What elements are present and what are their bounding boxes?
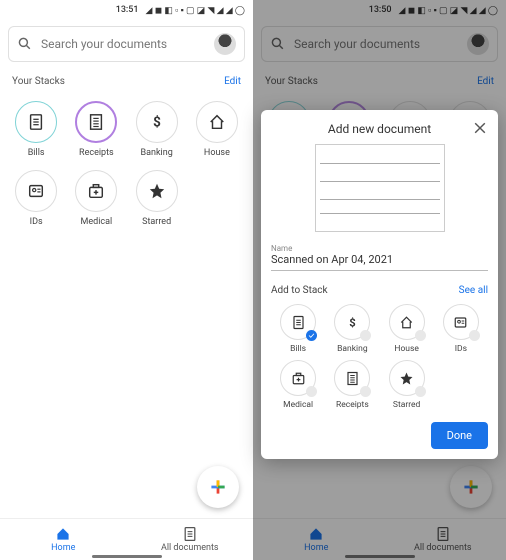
dollar-icon (345, 315, 360, 330)
star-icon (148, 182, 166, 200)
stack-banking[interactable]: Banking (127, 97, 187, 162)
sheet-stack-starred[interactable]: Starred (380, 360, 434, 410)
empty-badge (306, 386, 317, 397)
sheet-title: Add new document (271, 120, 488, 142)
stacks-title: Your Stacks (12, 76, 65, 87)
fab-add[interactable] (197, 466, 239, 508)
sheet-stacks-grid: Bills Banking House IDs Medical Receipts… (271, 304, 488, 410)
search-icon (17, 36, 33, 52)
sheet-stack-medical[interactable]: Medical (271, 360, 325, 410)
sheet-stack-bills[interactable]: Bills (271, 304, 325, 354)
house-icon (208, 113, 226, 131)
empty-badge (469, 330, 480, 341)
sheet-stack-receipts[interactable]: Receipts (325, 360, 379, 410)
medical-icon (291, 371, 306, 386)
empty-badge (360, 330, 371, 341)
stacks-grid: Bills Receipts Banking House IDs Medical… (0, 93, 253, 235)
nav-home[interactable]: Home (0, 519, 127, 560)
add-document-sheet: Add new document Name Scanned on Apr 04,… (261, 110, 498, 459)
stack-starred[interactable]: Starred (127, 166, 187, 231)
check-badge (306, 330, 317, 341)
id-icon (453, 315, 468, 330)
gesture-bar (92, 555, 162, 558)
stack-house[interactable]: House (187, 97, 247, 162)
status-bar: 13:51 ◢ ◼ ◧ ▫ ▪ ▢ ◪ ◥ ◢ ◢ ◯ (0, 0, 253, 18)
doc-icon (182, 526, 198, 542)
empty-badge (415, 386, 426, 397)
bottom-nav: Home All documents (0, 518, 253, 560)
name-label: Name (271, 244, 488, 253)
dollar-icon (148, 113, 166, 131)
home-icon (55, 526, 71, 542)
doc-icon (27, 113, 45, 131)
stack-receipts[interactable]: Receipts (66, 97, 126, 162)
id-icon (27, 182, 45, 200)
sheet-stack-ids[interactable]: IDs (434, 304, 488, 354)
stack-ids[interactable]: IDs (6, 166, 66, 231)
search-bar[interactable]: Search your documents (8, 26, 245, 62)
document-preview[interactable] (315, 144, 445, 232)
sheet-stack-house[interactable]: House (380, 304, 434, 354)
star-icon (399, 371, 414, 386)
receipt-icon (345, 371, 360, 386)
empty-badge (360, 386, 371, 397)
close-icon[interactable] (472, 120, 488, 136)
avatar[interactable] (214, 33, 236, 55)
phone-right: 13:50 ◢ ◼ ◧ ▫ ▪ ▢ ◪ ◥ ◢ ◢ ◯ Search your … (253, 0, 506, 560)
done-button[interactable]: Done (431, 422, 488, 449)
empty-badge (415, 330, 426, 341)
phone-left: 13:51 ◢ ◼ ◧ ▫ ▪ ▢ ◪ ◥ ◢ ◢ ◯ Search your … (0, 0, 253, 560)
stack-bills[interactable]: Bills (6, 97, 66, 162)
receipt-icon (87, 113, 105, 131)
name-field[interactable]: Scanned on Apr 04, 2021 (271, 253, 488, 271)
edit-link[interactable]: Edit (224, 76, 241, 87)
search-placeholder: Search your documents (41, 37, 206, 51)
nav-all-documents[interactable]: All documents (127, 519, 254, 560)
status-time: 13:51 (116, 5, 139, 15)
medical-icon (87, 182, 105, 200)
plus-icon (207, 476, 229, 498)
status-icons: ◢ ◼ ◧ ▫ ▪ ▢ ◪ ◥ ◢ ◢ ◯ (146, 5, 245, 16)
house-icon (399, 315, 414, 330)
add-to-stack-header: Add to Stack See all (271, 285, 488, 296)
doc-icon (291, 315, 306, 330)
stack-medical[interactable]: Medical (66, 166, 126, 231)
stacks-header: Your Stacks Edit (0, 62, 253, 93)
see-all-link[interactable]: See all (459, 285, 488, 296)
sheet-stack-banking[interactable]: Banking (325, 304, 379, 354)
